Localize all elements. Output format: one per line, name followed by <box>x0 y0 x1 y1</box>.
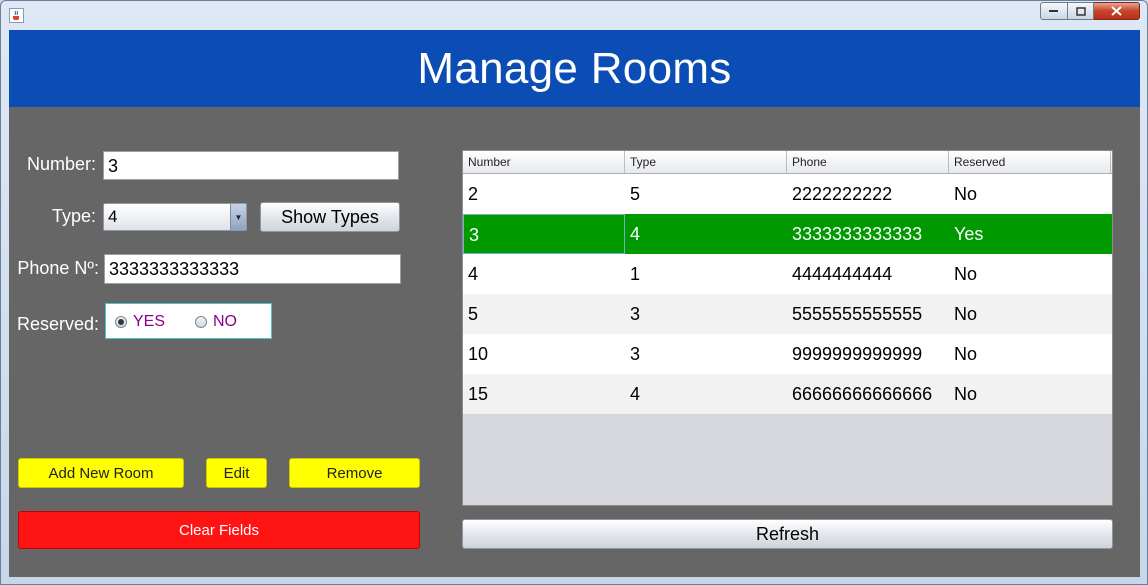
column-header-phone[interactable]: Phone <box>787 151 949 173</box>
table-row[interactable]: 10 3 9999999999999 No <box>463 334 1112 374</box>
reserved-no-radio[interactable]: NO <box>195 313 237 331</box>
phone-label: Phone Nº: <box>17 258 99 278</box>
cell-number: 4 <box>468 264 479 284</box>
cell-type: 3 <box>630 304 641 324</box>
cell-number: 5 <box>468 304 479 324</box>
edit-button[interactable]: Edit <box>206 458 267 488</box>
remove-button[interactable]: Remove <box>289 458 420 488</box>
cell-reserved: No <box>954 384 978 404</box>
cell-reserved: No <box>954 184 978 204</box>
table-row[interactable]: 5 3 5555555555555 No <box>463 294 1112 334</box>
cell-number: 2 <box>468 184 479 204</box>
cell-phone: 4444444444 <box>792 264 893 284</box>
add-room-button[interactable]: Add New Room <box>18 458 184 488</box>
column-header-reserved[interactable]: Reserved <box>949 151 1111 173</box>
title-bar[interactable] <box>0 0 1148 30</box>
table-row-selected[interactable]: 3 4 3333333333333 Yes <box>463 214 1112 254</box>
cell-type: 5 <box>630 184 641 204</box>
cell-reserved: No <box>954 264 978 284</box>
radio-unselected-icon <box>195 316 207 328</box>
header-banner: Manage Rooms <box>9 30 1140 107</box>
window-controls <box>1040 2 1140 21</box>
number-label: Number: <box>26 154 96 174</box>
cell-reserved: No <box>954 344 978 364</box>
cell-phone: 2222222222 <box>792 184 893 204</box>
cell-number: 3 <box>463 214 625 254</box>
minimize-icon <box>1049 10 1058 12</box>
show-types-button[interactable]: Show Types <box>260 202 400 232</box>
radio-selected-icon <box>115 316 127 328</box>
reserved-label: Reserved: <box>16 314 99 334</box>
refresh-button[interactable]: Refresh <box>462 519 1113 549</box>
type-label: Type: <box>51 206 96 226</box>
cell-phone: 66666666666666 <box>792 384 933 404</box>
close-button[interactable] <box>1094 2 1140 20</box>
reserved-radio-group: YES NO <box>105 303 272 339</box>
maximize-icon <box>1075 6 1086 16</box>
cell-type: 4 <box>630 384 641 404</box>
cell-number: 15 <box>468 384 489 404</box>
phone-field[interactable]: 3333333333333 <box>104 254 401 284</box>
minimize-button[interactable] <box>1040 2 1068 20</box>
main-panel: Manage Rooms Number: 3 Type: 4 ▼ Show Ty… <box>9 30 1140 577</box>
type-selected-value: 4 <box>108 207 118 226</box>
cell-phone: 3333333333333 <box>792 224 923 244</box>
cell-number: 10 <box>468 344 489 364</box>
page-title: Manage Rooms <box>417 43 732 93</box>
number-field[interactable]: 3 <box>103 151 399 180</box>
chevron-down-icon[interactable]: ▼ <box>230 204 246 230</box>
table-row[interactable]: 15 4 66666666666666 No <box>463 374 1112 414</box>
reserved-yes-label: YES <box>133 313 166 330</box>
reserved-no-label: NO <box>213 313 237 330</box>
table-row[interactable]: 2 5 2222222222 No <box>463 174 1112 214</box>
column-header-number[interactable]: Number <box>463 151 625 173</box>
table-header: Number Type Phone Reserved <box>463 151 1112 174</box>
java-coffee-icon <box>9 8 24 23</box>
cell-reserved: Yes <box>954 224 984 244</box>
maximize-button[interactable] <box>1068 2 1094 20</box>
cell-phone: 9999999999999 <box>792 344 923 364</box>
cell-reserved: No <box>954 304 978 324</box>
clear-fields-button[interactable]: Clear Fields <box>18 511 420 549</box>
cell-type: 4 <box>630 224 641 244</box>
close-icon <box>1111 6 1122 16</box>
rooms-table[interactable]: Number Type Phone Reserved 2 5 222222222… <box>462 150 1113 506</box>
reserved-yes-radio[interactable]: YES <box>115 313 165 331</box>
table-row[interactable]: 4 1 4444444444 No <box>463 254 1112 294</box>
cell-phone: 5555555555555 <box>792 304 923 324</box>
type-combobox[interactable]: 4 ▼ <box>103 203 247 231</box>
cell-type: 1 <box>630 264 641 284</box>
column-header-type[interactable]: Type <box>625 151 787 173</box>
cell-type: 3 <box>630 344 641 364</box>
